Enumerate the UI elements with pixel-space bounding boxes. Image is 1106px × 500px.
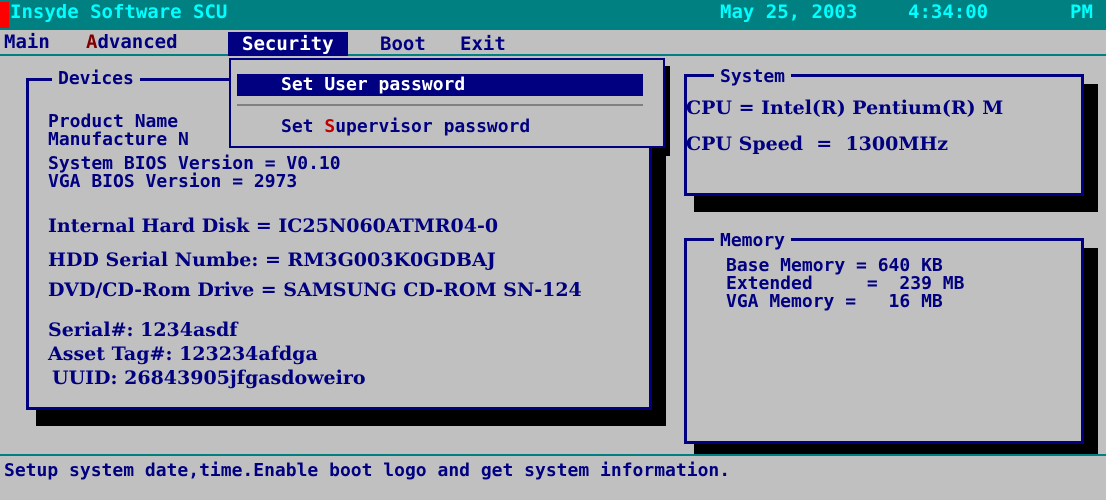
vga-memory: VGA Memory = 16 MB [726,291,943,312]
internal-hard-disk: Internal Hard Disk = IC25N060ATMR04-0 [48,215,499,237]
status-help-text: Setup system date,time.Enable boot logo … [4,460,731,481]
system-time-ampm: PM [1070,1,1093,23]
dropdown-separator [237,104,643,106]
set-supervisor-password-item[interactable]: Set Supervisor password [281,116,530,138]
supervisor-prefix: Set [281,116,325,137]
menu-divider [0,54,1106,56]
menu-advanced-label: dvanced [97,31,178,53]
menu-advanced[interactable]: Advanced [86,30,178,54]
hdd-serial-number: HDD Serial Numbe: = RM3G003K0GDBAJ [48,249,496,271]
menu-boot[interactable]: Boot [380,32,426,56]
title-marker [0,2,9,28]
menu-advanced-hotkey: A [86,31,98,53]
memory-shadow [694,444,1098,454]
dvd-cd-rom-drive: DVD/CD-Rom Drive = SAMSUNG CD-ROM SN-124 [48,279,582,301]
menu-security[interactable]: Security [228,32,348,56]
supervisor-hotkey: S [324,116,336,137]
vga-bios-version: VGA BIOS Version = 2973 [48,171,298,192]
supervisor-rest: upervisor password [335,116,531,137]
system-shadow [694,196,1098,212]
cpu-speed: CPU Speed = 1300MHz [686,133,949,155]
manufacture: Manufacture N [48,129,189,150]
cpu-type: CPU = Intel(R) Pentium(R) M [686,97,1004,119]
uuid: UUID: 26843905jfgasdoweiro [52,367,366,389]
system-date[interactable]: May 25, 2003 [720,1,857,23]
set-user-password-item[interactable]: Set User password [237,74,643,96]
system-time[interactable]: 4:34:00 [908,1,988,23]
bios-screen: Insyde Software SCU May 25, 2003 4:34:00… [0,0,1106,500]
serial-number: Serial#: 1234asdf [48,319,238,341]
app-title: Insyde Software SCU [10,1,228,23]
asset-tag: Asset Tag#: 123234afdga [48,343,318,365]
memory-title: Memory [714,230,792,251]
system-shadow-right [1084,84,1098,212]
devices-title: Devices [52,68,140,89]
devices-shadow [36,410,660,426]
memory-shadow-right [1084,248,1098,454]
system-title: System [714,66,792,87]
menu-main[interactable]: Main [4,30,50,54]
security-dropdown: Set User password Set Supervisor passwor… [229,58,665,148]
menu-exit[interactable]: Exit [460,32,506,56]
